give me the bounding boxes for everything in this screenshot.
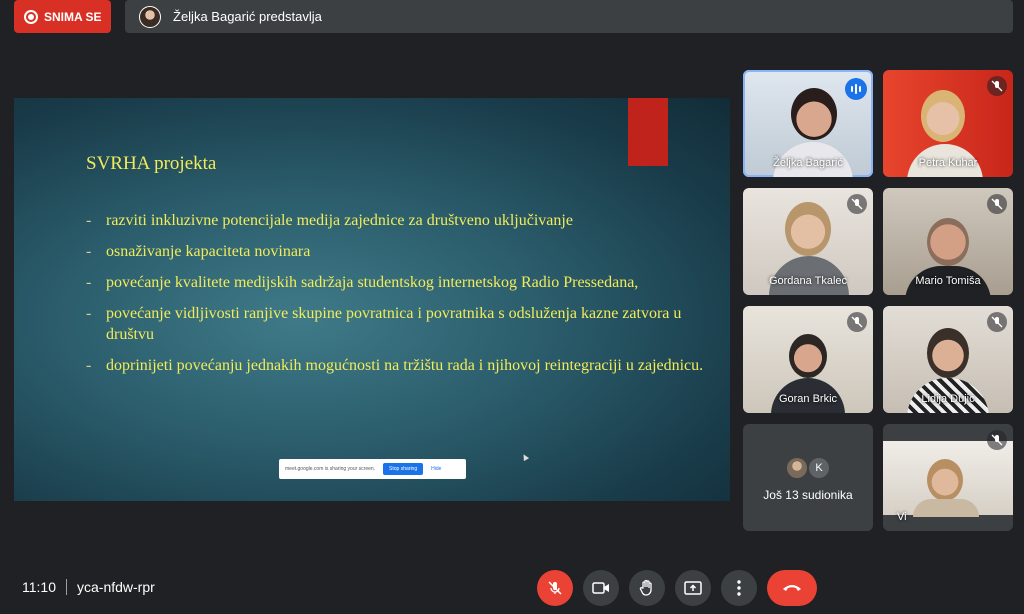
hide-button[interactable]: Hide [431,466,441,472]
participant-tile[interactable]: Mario Tomiša [883,188,1013,295]
participant-avatar [785,456,809,480]
record-icon [24,9,38,24]
more-options-icon [737,580,741,596]
presenter-banner[interactable]: Željka Bagarić predstavlja [125,0,1013,33]
recording-label: SNIMA SE [44,9,102,24]
recording-badge[interactable]: SNIMA SE [14,0,111,33]
slide-red-accent [628,98,668,166]
mic-off-icon [847,312,867,332]
mic-off-icon [987,76,1007,96]
presenter-avatar [139,5,161,28]
end-call-button[interactable] [767,570,817,606]
mic-off-icon [548,581,562,595]
participant-tile[interactable]: Željka Bagarić [743,70,873,177]
camera-icon [592,582,609,594]
raise-hand-icon [639,579,652,596]
participant-name: Lidija Dujić [921,393,975,405]
divider [66,579,67,595]
participant-avatar: K [807,456,831,480]
slide-bullets: - razviti inkluzivne potencijale medija z… [86,210,716,386]
stop-sharing-button[interactable]: Stop sharing [383,463,424,475]
self-view-tile[interactable]: Vi [883,424,1013,531]
meeting-code[interactable]: yca-nfdw-rpr [77,579,155,595]
screen-share-notice: meet.google.com is sharing your screen. … [279,459,466,479]
slide-bullet: - povećanje vidljivosti ranjive skupine p… [86,305,682,343]
present-now-button[interactable] [675,570,711,606]
camera-toggle-button[interactable] [583,570,619,606]
shared-screen: SVRHA projekta - razviti inkluzivne poten… [14,98,730,501]
participant-name: Mario Tomiša [915,275,981,287]
share-notice-text: meet.google.com is sharing your screen. [285,466,376,472]
microphone-toggle-button[interactable] [537,570,573,606]
slide-title: SVRHA projekta [86,153,217,174]
mic-off-icon [987,430,1007,450]
presenter-text: Željka Bagarić predstavlja [173,9,322,24]
participant-name: Gordana Tkalec [768,275,848,287]
raise-hand-button[interactable] [629,570,665,606]
participant-name: Goran Brkic [778,393,838,405]
participant-tile[interactable]: Lidija Dujić [883,306,1013,413]
participant-name: Željka Bagarić [773,157,843,169]
slide-bullet: - povećanje kvalitete medijskih sadržaja … [86,274,639,291]
participant-tile[interactable]: Goran Brkic [743,306,873,413]
speaking-indicator-icon [845,78,867,100]
slide-bullet: - osnaživanje kapaciteta novinara [86,243,311,260]
mic-off-icon [847,194,867,214]
participant-name: Petra Kuhar [918,157,978,169]
slide-bullet: - doprinijeti povećanju jednakih mogućnos… [86,357,704,374]
slide-bullet: - razviti inkluzivne potencijale medija z… [86,212,573,229]
mic-off-icon [987,194,1007,214]
more-options-button[interactable] [721,570,757,606]
meeting-info: 11:10 yca-nfdw-rpr [22,579,155,595]
more-participants-tile[interactable]: K Još 13 sudionika [743,424,873,531]
participant-name: Vi [897,511,907,523]
present-icon [684,581,702,595]
participant-tile[interactable]: Petra Kuhar [883,70,1013,177]
participant-tile[interactable]: Gordana Tkalec [743,188,873,295]
more-participants-label: Još 13 sudionika [763,488,853,502]
clock-time: 11:10 [22,579,56,595]
end-call-icon [783,585,801,591]
mouse-cursor-icon [520,452,530,462]
mic-off-icon [987,312,1007,332]
